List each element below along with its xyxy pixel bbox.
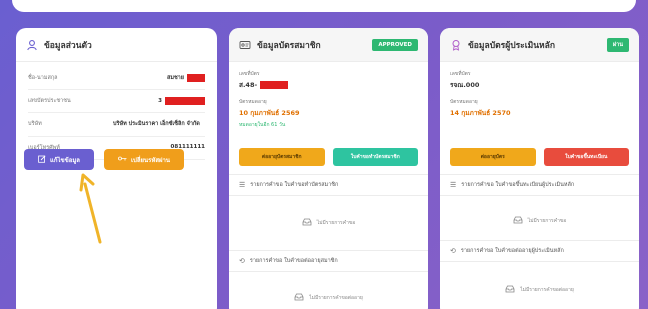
status-badge: ผ่าน	[606, 37, 629, 52]
expiry-label: บัตรหมดอายุ	[239, 99, 267, 105]
card-number-value: ส.48-	[239, 81, 258, 89]
section-title: รายการคำขอ ใบคำขอต่ออายุสมาชิก	[249, 258, 338, 264]
info-row-company: บริษัท บริษัท ประมินราคา เอ็กซ์เซ็ลิก จำ…	[28, 120, 205, 129]
key-icon	[118, 155, 127, 164]
renew-appraiser-button[interactable]: ต่ออายุบัตร	[450, 148, 536, 166]
card-header: ข้อมูลบัตรผู้ประเมินหลัก ผ่าน	[440, 28, 639, 62]
empty-text: ไม่มีรายการคำขอต่ออายุ	[520, 287, 574, 293]
change-password-label: เปลี่ยนรหัสผ่าน	[131, 156, 170, 164]
top-bar	[12, 0, 636, 12]
change-password-button[interactable]: เปลี่ยนรหัสผ่าน	[104, 149, 184, 170]
section-title: รายการคำขอ ใบคำขอต่ออายุผู้ประเมินหลัก	[460, 248, 564, 254]
list-icon: ☰	[450, 181, 457, 189]
empty-state: ไม่มีรายการคำขอ	[229, 213, 428, 233]
inbox-icon	[505, 285, 515, 295]
renew-member-button[interactable]: ต่ออายุบัตรสมาชิก	[239, 148, 325, 166]
expiry-date: 10 กุมภาพันธ์ 2569	[239, 109, 300, 117]
list-icon: ☰	[239, 181, 246, 189]
user-icon	[26, 39, 38, 51]
empty-state: ไม่มีรายการคำขอต่ออายุ	[229, 288, 428, 308]
edit-profile-label: แก้ไขข้อมูล	[50, 156, 80, 164]
card-number-value: รจณ.000	[450, 81, 480, 89]
info-row-name: ชื่อ-นามสกุล สมชาย	[28, 74, 205, 82]
row-label: เลขบัตรประชาชน	[28, 98, 71, 104]
empty-text: ไม่มีรายการคำขอ	[527, 218, 567, 224]
edit-icon	[38, 154, 46, 165]
redacted-block	[187, 74, 205, 82]
medal-icon	[450, 39, 462, 51]
refresh-icon: ⟲	[450, 247, 456, 255]
redacted-block	[260, 81, 289, 89]
section-member-requests: ☰ รายการคำขอ ใบคำขอทำบัตรสมาชิก	[229, 174, 428, 196]
card-title: ข้อมูลบัตรสมาชิก	[257, 40, 321, 51]
id-card-icon	[239, 39, 251, 51]
edit-profile-button[interactable]: แก้ไขข้อมูล	[24, 149, 94, 170]
inbox-icon	[513, 216, 523, 226]
info-row-id: เลขบัตรประชาชน 3	[28, 97, 205, 105]
section-title: รายการคำขอ ใบคำขอทำบัตรสมาชิก	[250, 182, 339, 188]
section-appraiser-renewal: ⟲ รายการคำขอ ใบคำขอต่ออายุผู้ประเมินหลัก	[440, 240, 639, 262]
inbox-icon	[302, 218, 312, 228]
card-title: ข้อมูลส่วนตัว	[44, 40, 92, 51]
row-label: ชื่อ-นามสกุล	[28, 75, 58, 81]
row-value: บริษัท ประมินราคา เอ็กซ์เซ็ลิก จำกัด	[113, 121, 200, 127]
refresh-icon: ⟲	[239, 257, 245, 265]
card-number-label: เลขที่บัตร	[450, 71, 471, 77]
row-value: 3	[158, 98, 162, 104]
member-card: ข้อมูลบัตรสมาชิก APPROVED เลขที่บัตร ส.4…	[229, 28, 428, 309]
expiry-label: บัตรหมดอายุ	[450, 99, 478, 105]
empty-text: ไม่มีรายการคำขอต่ออายุ	[309, 295, 363, 301]
card-header: ข้อมูลส่วนตัว	[16, 28, 217, 62]
empty-text: ไม่มีรายการคำขอ	[316, 220, 356, 226]
expiry-date: 14 กุมภาพันธ์ 2570	[450, 109, 511, 117]
section-renewal-requests: ⟲ รายการคำขอ ใบคำขอต่ออายุสมาชิก	[229, 250, 428, 272]
row-label: บริษัท	[28, 121, 42, 127]
pointer-arrow	[79, 173, 102, 244]
card-number-label: เลขที่บัตร	[239, 71, 260, 77]
section-title: รายการคำขอ ใบคำขอขึ้นทะเบียนผู้ประเมินหล…	[461, 182, 575, 188]
member-request-button[interactable]: ใบคำขอทำบัตรสมาชิก	[332, 148, 418, 166]
days-remaining: หมดอายุในอีก 61 วัน	[239, 122, 286, 128]
redacted-block	[165, 97, 205, 105]
card-header: ข้อมูลบัตรสมาชิก APPROVED	[229, 28, 428, 62]
register-request-button[interactable]: ใบคำขอขึ้นทะเบียน	[543, 148, 629, 166]
row-value: สมชาย	[166, 75, 184, 81]
card-title: ข้อมูลบัตรผู้ประเมินหลัก	[468, 40, 555, 51]
status-badge: APPROVED	[372, 38, 418, 51]
appraiser-card: ข้อมูลบัตรผู้ประเมินหลัก ผ่าน เลขที่บัตร…	[440, 28, 639, 309]
inbox-icon	[294, 293, 304, 303]
empty-state: ไม่มีรายการคำขอต่ออายุ	[440, 280, 639, 300]
empty-state: ไม่มีรายการคำขอ	[440, 211, 639, 231]
section-register-requests: ☰ รายการคำขอ ใบคำขอขึ้นทะเบียนผู้ประเมิน…	[440, 174, 639, 196]
